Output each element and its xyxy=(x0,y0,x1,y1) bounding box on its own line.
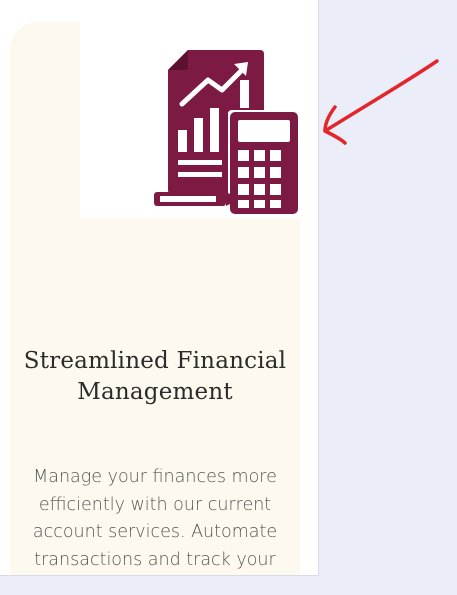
feature-title: Streamlined Financial Management xyxy=(23,348,287,405)
page-viewport: Streamlined Financial Management Manage … xyxy=(0,0,319,576)
feature-icon-container xyxy=(80,22,300,218)
financial-report-calculator-icon xyxy=(154,50,298,214)
feature-description: Manage your finances more efficiently wi… xyxy=(32,467,278,570)
red-arrow-annotation xyxy=(323,59,439,145)
